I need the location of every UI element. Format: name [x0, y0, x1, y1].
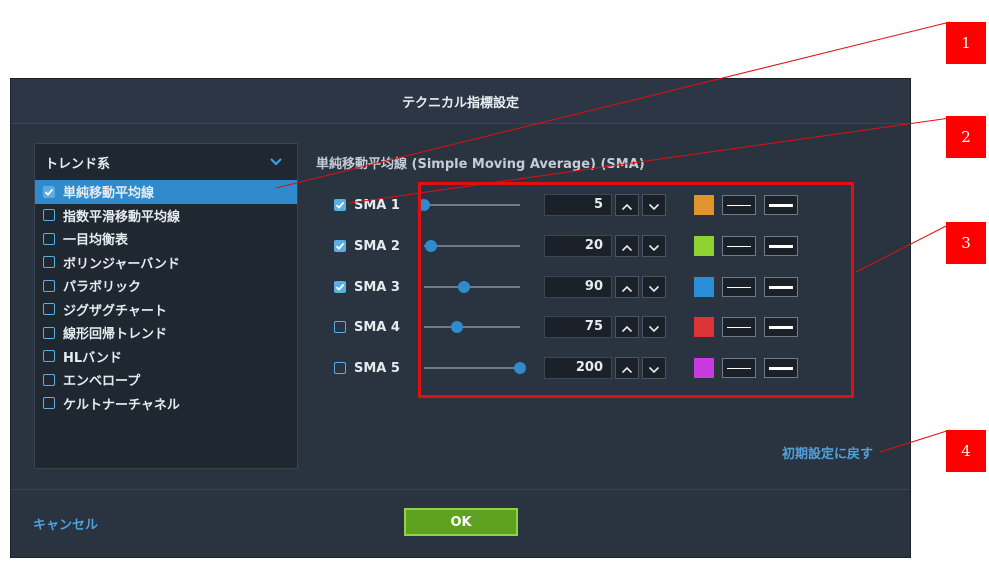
callout-1: 1: [946, 22, 986, 64]
callout-2: 2: [946, 116, 986, 158]
callout-4: 4: [946, 430, 986, 472]
leader-line-1: [275, 21, 951, 189]
leader-line-3: [855, 223, 951, 273]
callout-leader-lines: [275, 21, 951, 453]
leader-line-4: [879, 429, 951, 453]
leader-line-2: [348, 117, 951, 204]
callout-3: 3: [946, 222, 986, 264]
